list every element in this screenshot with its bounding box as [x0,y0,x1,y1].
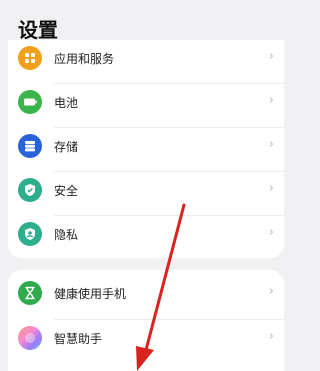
annotation-arrow [136,203,186,371]
